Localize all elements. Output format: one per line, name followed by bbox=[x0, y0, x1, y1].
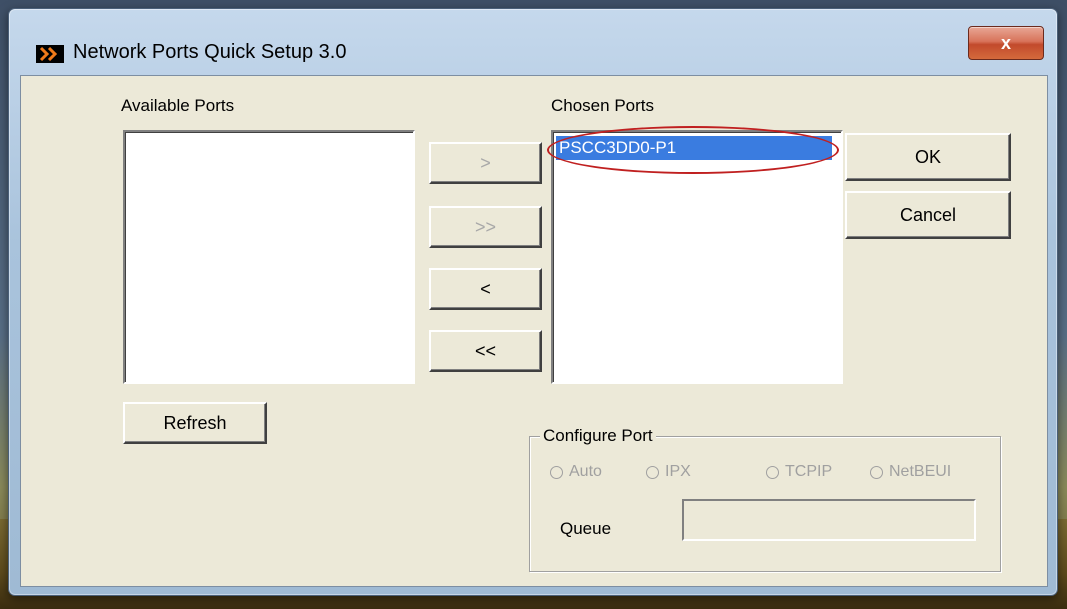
radio-netbeui[interactable]: NetBEUI bbox=[870, 463, 951, 481]
title-bar[interactable]: Network Ports Quick Setup 3.0 x bbox=[9, 9, 1057, 75]
radio-tcpip[interactable]: TCPIP bbox=[766, 463, 832, 481]
radio-circle-icon bbox=[870, 465, 883, 479]
close-button[interactable]: x bbox=[968, 26, 1044, 60]
window-title: Network Ports Quick Setup 3.0 bbox=[73, 41, 347, 63]
close-icon: x bbox=[1000, 32, 1011, 53]
configure-port-group: Configure Port Auto IPX TCPIP NetBEUI Qu… bbox=[529, 426, 1001, 572]
queue-field[interactable] bbox=[682, 499, 976, 541]
radio-ipx-label: IPX bbox=[665, 463, 691, 480]
dialog-client-area: Available Ports > >> < << Chosen Ports P… bbox=[20, 75, 1048, 587]
cancel-button[interactable]: Cancel bbox=[845, 191, 1011, 239]
radio-circle-icon bbox=[646, 465, 659, 479]
radio-auto-label: Auto bbox=[569, 463, 602, 480]
dialog-window: Network Ports Quick Setup 3.0 x Availabl… bbox=[8, 8, 1058, 596]
remove-all-ports-button[interactable]: << bbox=[429, 330, 542, 372]
radio-ipx[interactable]: IPX bbox=[646, 463, 691, 481]
available-ports-label: Available Ports bbox=[121, 96, 235, 115]
remove-port-button[interactable]: < bbox=[429, 268, 542, 310]
radio-netbeui-label: NetBEUI bbox=[889, 463, 952, 480]
chosen-ports-list[interactable]: PSCC3DD0-P1 bbox=[547, 126, 843, 384]
chosen-port-item[interactable]: PSCC3DD0-P1 bbox=[556, 136, 832, 160]
chosen-ports-label: Chosen Ports bbox=[551, 96, 654, 115]
app-chevron-icon bbox=[36, 45, 64, 63]
radio-tcpip-label: TCPIP bbox=[785, 463, 833, 480]
refresh-button[interactable]: Refresh bbox=[123, 402, 267, 444]
add-all-ports-button[interactable]: >> bbox=[429, 206, 542, 248]
ok-button[interactable]: OK bbox=[845, 133, 1011, 181]
radio-circle-icon bbox=[550, 465, 563, 479]
add-port-button[interactable]: > bbox=[429, 142, 542, 184]
radio-circle-icon bbox=[766, 465, 779, 479]
configure-port-title: Configure Port bbox=[540, 426, 656, 446]
radio-auto[interactable]: Auto bbox=[550, 463, 602, 481]
available-ports-list[interactable] bbox=[123, 130, 415, 384]
queue-label: Queue bbox=[560, 519, 612, 538]
